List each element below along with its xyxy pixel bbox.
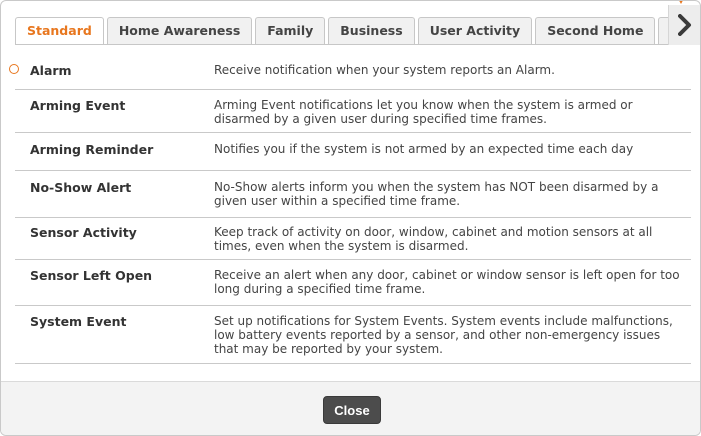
notification-list: Alarm Receive notification when your sys… bbox=[9, 49, 691, 379]
triangle-down-icon bbox=[676, 1, 686, 4]
list-item[interactable]: Arming Event Arming Event notifications … bbox=[15, 90, 691, 133]
notification-name: Sensor Activity bbox=[30, 225, 137, 240]
chevron-right-icon bbox=[677, 14, 691, 36]
notification-name: Arming Reminder bbox=[30, 142, 154, 157]
notification-name: Sensor Left Open bbox=[30, 268, 153, 283]
notification-description: No-Show alerts inform you when the syste… bbox=[214, 180, 659, 208]
notification-description: Receive notification when your system re… bbox=[214, 63, 555, 77]
dialog-footer: Close bbox=[1, 381, 700, 435]
notification-description: Keep track of activity on door, window, … bbox=[214, 225, 653, 253]
list-item[interactable]: Sensor Activity Keep track of activity o… bbox=[15, 218, 691, 260]
tab-business[interactable]: Business bbox=[328, 17, 415, 45]
tab-second-home[interactable]: Second Home bbox=[535, 17, 656, 45]
notification-description: Notifies you if the system is not armed … bbox=[214, 142, 634, 156]
notification-description: Arming Event notifications let you know … bbox=[214, 98, 633, 126]
notification-name: System Event bbox=[30, 314, 127, 329]
list-item[interactable]: Alarm Receive notification when your sys… bbox=[15, 49, 691, 90]
notification-name: Arming Event bbox=[30, 98, 126, 113]
selection-radio-indicator[interactable] bbox=[9, 64, 19, 74]
tab-user-activity[interactable]: User Activity bbox=[417, 17, 533, 45]
list-item[interactable]: Sensor Left Open Receive an alert when a… bbox=[15, 260, 691, 306]
next-tabs-button[interactable] bbox=[668, 5, 700, 45]
list-item[interactable]: System Event Set up notifications for Sy… bbox=[15, 306, 691, 364]
list-item[interactable]: Arming Reminder Notifies you if the syst… bbox=[15, 133, 691, 171]
list-item[interactable]: No-Show Alert No-Show alerts inform you … bbox=[15, 171, 691, 218]
tab-bar: Standard Home Awareness Family Business User… bbox=[15, 17, 691, 45]
notification-description: Set up notifications for System Events. … bbox=[214, 314, 673, 356]
notification-name: Alarm bbox=[30, 63, 72, 78]
tab-standard[interactable]: Standard bbox=[15, 17, 104, 45]
notification-name: No-Show Alert bbox=[30, 180, 132, 195]
tab-home-awareness[interactable]: Home Awareness bbox=[106, 17, 253, 45]
notification-type-dialog: Standard Home Awareness Family Business User… bbox=[0, 0, 701, 436]
notification-description: Receive an alert when any door, cabinet … bbox=[214, 268, 680, 296]
close-button[interactable]: Close bbox=[323, 396, 381, 424]
tab-divider bbox=[15, 44, 691, 45]
tab-family[interactable]: Family bbox=[255, 17, 326, 45]
